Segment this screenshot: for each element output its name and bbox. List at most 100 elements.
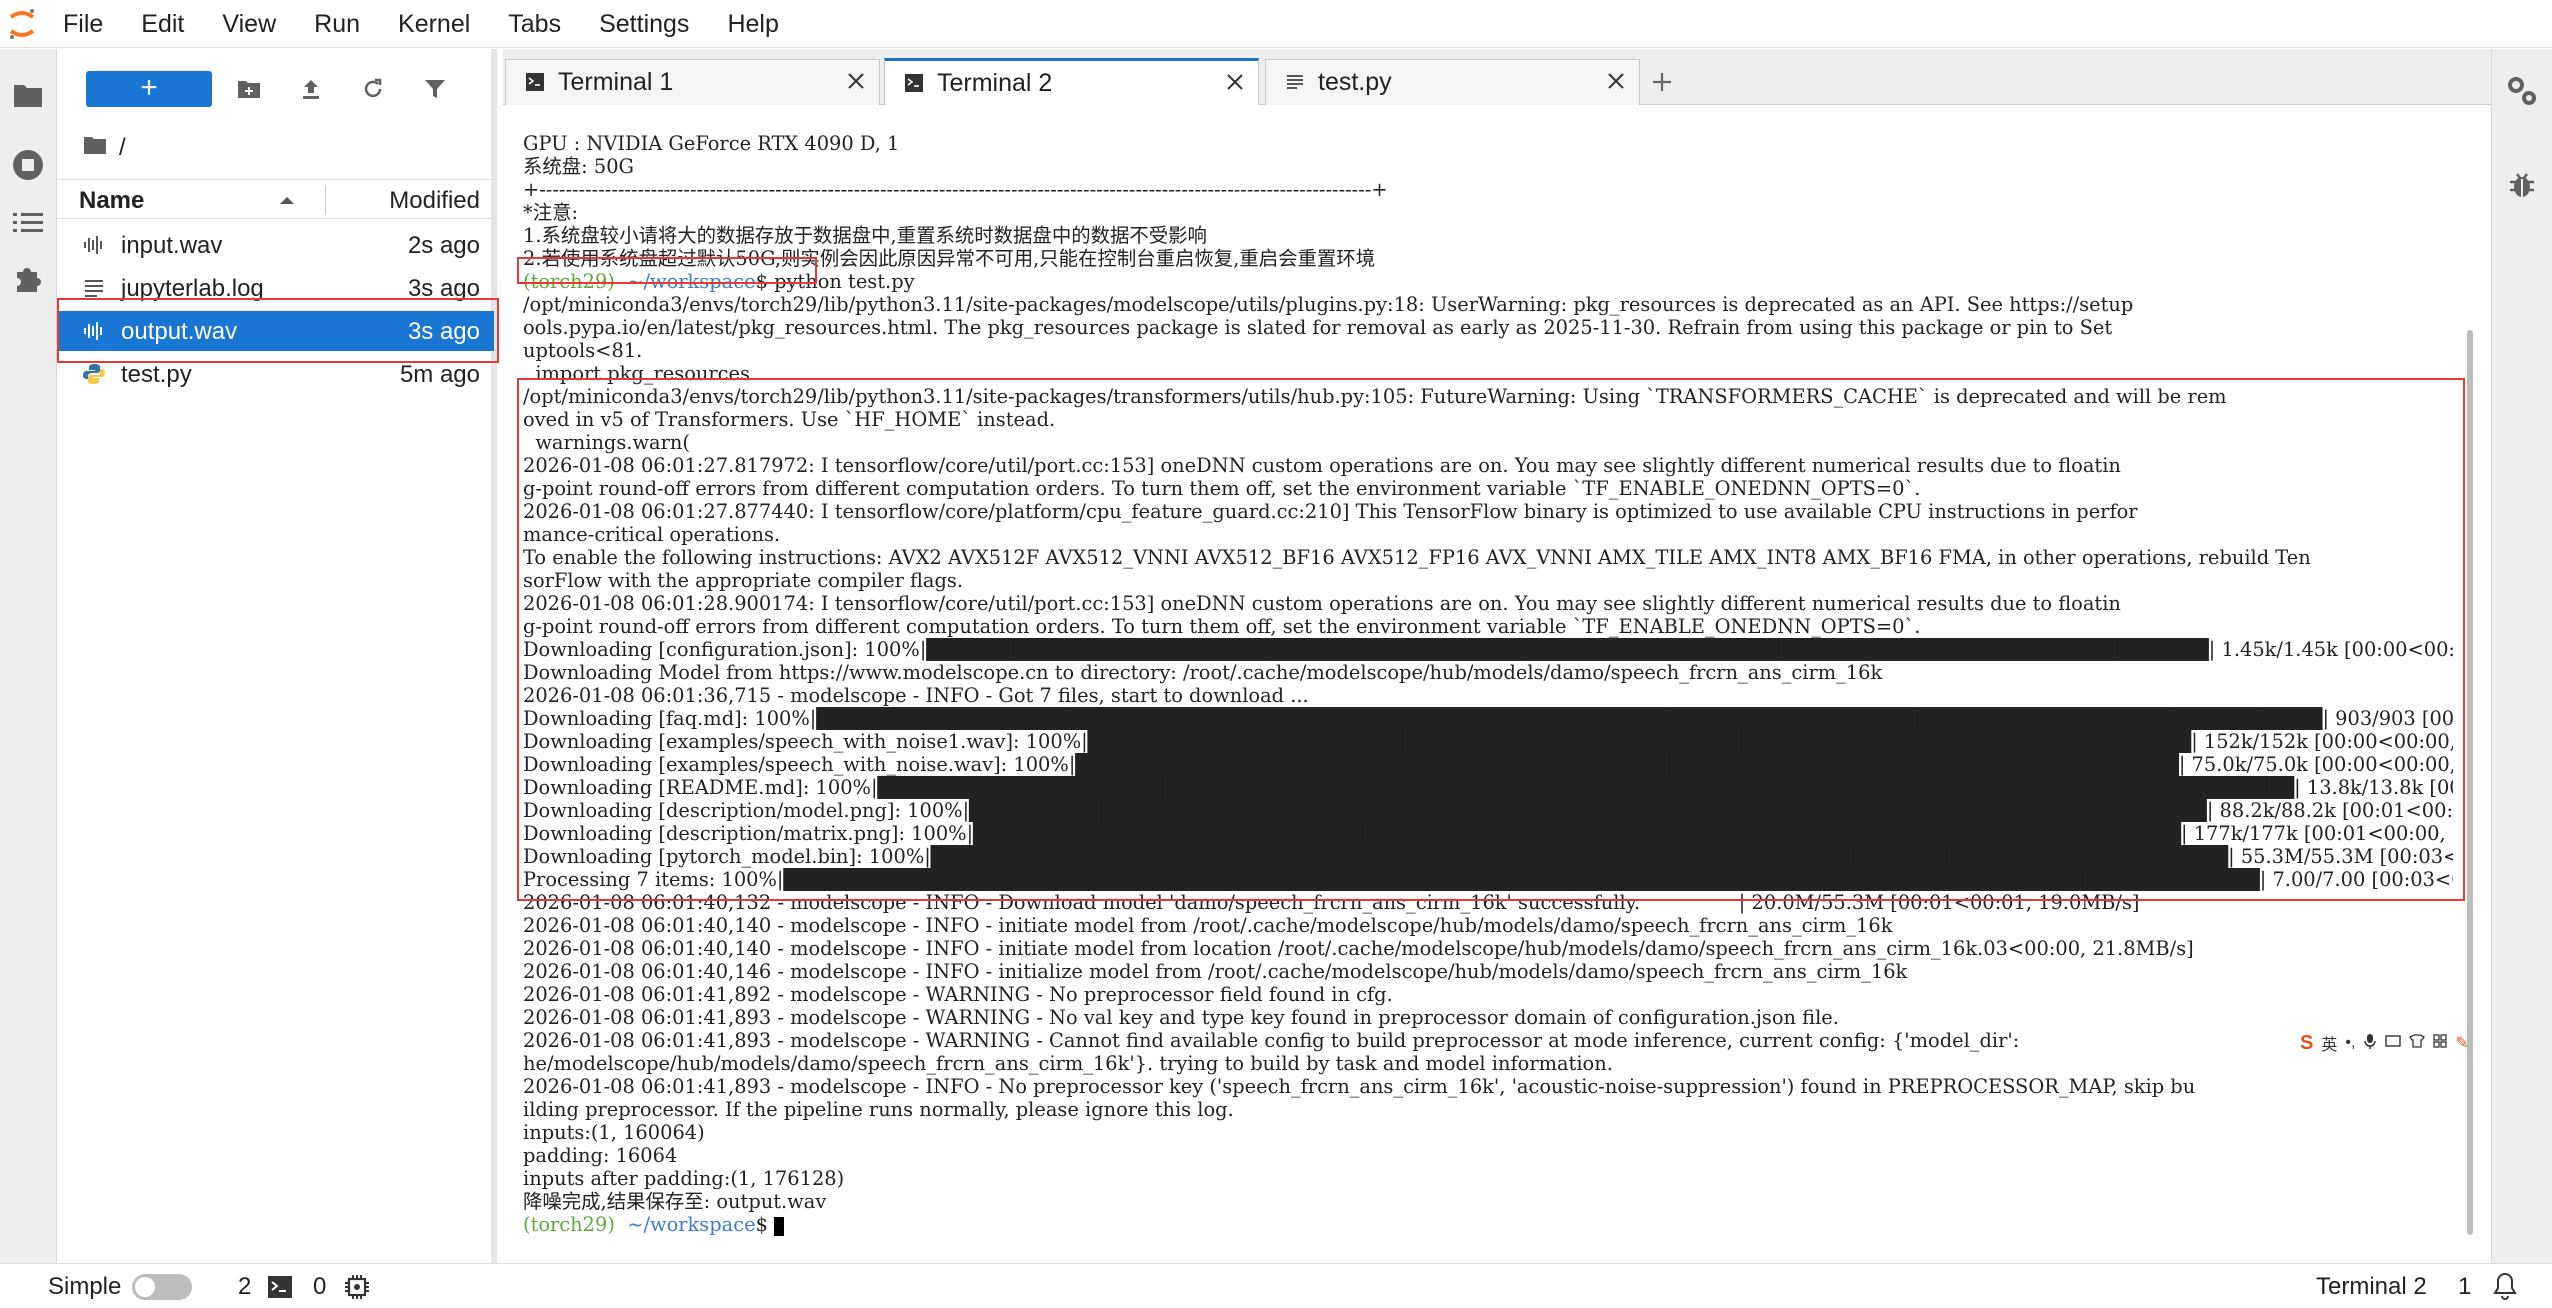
skin-icon[interactable] xyxy=(2409,1033,2426,1053)
menu-edit[interactable]: Edit xyxy=(122,0,203,48)
tab-label: test.py xyxy=(1318,68,1392,96)
terminal-line: GPU : NVIDIA GeForce RTX 4090 D, 1 xyxy=(523,132,900,155)
terminal-line: 2026-01-08 06:01:40,146 - modelscope - I… xyxy=(523,960,1908,983)
terminal-line: 2026-01-08 06:01:40,140 - modelscope - I… xyxy=(523,937,2194,960)
terminal-line: ilding preprocessor. If the pipeline run… xyxy=(523,1098,1234,1121)
terminal-line: +---------------------------------------… xyxy=(523,178,1388,201)
file-list-header: Name Modified xyxy=(57,179,494,219)
running-stop-icon[interactable] xyxy=(10,147,46,183)
sogou-logo-icon[interactable]: S xyxy=(2300,1032,2313,1055)
microphone-icon[interactable] xyxy=(2363,1033,2377,1054)
name-column-header[interactable]: Name xyxy=(79,187,144,215)
menu-view[interactable]: View xyxy=(203,0,295,48)
terminal-line: /opt/miniconda3/envs/torch29/lib/python3… xyxy=(523,293,2134,316)
highlight-box-output-file xyxy=(57,298,499,363)
text-file-icon xyxy=(1286,73,1304,96)
menu-kernel[interactable]: Kernel xyxy=(379,0,489,48)
jupyterlab-window: { "menubar": {"items": ["File","Edit","V… xyxy=(0,0,2552,1308)
file-browser-toolbar: + xyxy=(57,67,497,111)
new-tab-button[interactable] xyxy=(1642,59,1682,105)
highlight-box-output xyxy=(517,378,2465,901)
line-number: 1 xyxy=(2458,1273,2472,1300)
terminal-cursor xyxy=(774,1216,785,1236)
folder-icon[interactable] xyxy=(10,77,46,113)
refresh-icon[interactable] xyxy=(357,73,389,105)
menubar: File Edit View Run Kernel Tabs Settings Help xyxy=(0,0,2552,48)
file-row[interactable]: input.wav 2s ago xyxy=(57,225,494,265)
status-bar: Simple 2 0 Terminal 2 1 xyxy=(0,1263,2552,1308)
toolbox-icon[interactable] xyxy=(2433,1033,2448,1053)
simple-mode-toggle[interactable] xyxy=(132,1274,192,1300)
keyboard-icon[interactable] xyxy=(2385,1034,2402,1052)
prompt-dir: ~/workspace xyxy=(627,1213,756,1236)
breadcrumb-root[interactable]: / xyxy=(119,134,126,162)
ime-toolbar[interactable]: S 英 •, ✎ xyxy=(2300,1026,2469,1060)
tab-label: Terminal 2 xyxy=(937,69,1053,97)
toggle-knob xyxy=(135,1277,155,1297)
folder-icon[interactable] xyxy=(83,134,107,162)
kernel-icon[interactable] xyxy=(344,1274,370,1307)
file-name: input.wav xyxy=(121,232,223,259)
file-modified: 5m ago xyxy=(399,361,480,388)
close-icon[interactable] xyxy=(1607,69,1625,97)
new-launcher-button[interactable]: + xyxy=(86,71,212,107)
debugger-icon[interactable] xyxy=(2504,167,2540,203)
filter-icon[interactable] xyxy=(419,73,451,105)
jupyter-logo-icon xyxy=(0,0,44,48)
menu-help[interactable]: Help xyxy=(708,0,797,48)
audio-file-icon xyxy=(83,234,107,258)
terminal-line: inputs after padding:(1, 176128) xyxy=(523,1167,845,1190)
terminal-line: 2026-01-08 06:01:40,140 - modelscope - I… xyxy=(523,914,1893,937)
terminal-prompt-line: (torch29) ~/workspace$ xyxy=(523,1213,2453,1236)
upload-icon[interactable] xyxy=(295,73,327,105)
property-inspector-icon[interactable] xyxy=(2504,73,2540,109)
terminal-line: 2026-01-08 06:01:41,893 - modelscope - W… xyxy=(523,1029,2020,1052)
close-icon[interactable] xyxy=(847,69,865,97)
terminal-scrollbar[interactable] xyxy=(2464,120,2476,1250)
tab-test-py[interactable]: test.py xyxy=(1265,59,1640,105)
punctuation-icon[interactable]: •, xyxy=(2345,1034,2355,1052)
terminal-line: 2026-01-08 06:01:41,892 - modelscope - W… xyxy=(523,983,1393,1006)
terminal-panel[interactable]: GPU : NVIDIA GeForce RTX 4090 D, 1 系统盘: 5… xyxy=(503,106,2491,1263)
extension-manager-icon[interactable] xyxy=(10,261,46,297)
terminal-line: 系统盘: 50G xyxy=(523,155,635,178)
column-separator[interactable] xyxy=(325,186,326,214)
terminal-line: uptools<81. xyxy=(523,339,643,362)
table-of-contents-icon[interactable] xyxy=(10,205,46,241)
file-modified: 2s ago xyxy=(407,232,480,259)
tab-terminal-1[interactable]: Terminal 1 xyxy=(505,59,880,105)
close-icon[interactable] xyxy=(1226,70,1244,98)
notification-bell-icon[interactable] xyxy=(2492,1272,2518,1307)
terminal-line: 降噪完成,结果保存至: output.wav xyxy=(523,1190,827,1213)
menu-file[interactable]: File xyxy=(44,0,122,48)
terminal-line: padding: 16064 xyxy=(523,1144,678,1167)
ime-language-toggle[interactable]: 英 xyxy=(2321,1031,2337,1055)
kernels-count[interactable]: 0 xyxy=(313,1273,326,1301)
simple-mode-label: Simple xyxy=(48,1273,122,1300)
tab-terminal-2[interactable]: Terminal 2 xyxy=(884,58,1259,105)
modified-column-header[interactable]: Modified xyxy=(389,187,480,215)
active-panel-label: Terminal 2 xyxy=(2316,1273,2427,1300)
terminal-line: inputs:(1, 160064) xyxy=(523,1121,705,1144)
tab-label: Terminal 1 xyxy=(558,68,674,96)
new-folder-icon[interactable] xyxy=(233,73,265,105)
left-activity-bar xyxy=(0,49,57,1263)
menu-tabs[interactable]: Tabs xyxy=(489,0,580,48)
terminal-line: 1.系统盘较小请将大的数据存放于数据盘中,重置系统时数据盘中的数据不受影响 xyxy=(523,224,1207,247)
scrollbar-thumb[interactable] xyxy=(2467,330,2473,1235)
terminal-icon xyxy=(526,73,544,96)
terminal-line: ools.pypa.io/en/latest/pkg_resources.htm… xyxy=(523,316,2113,339)
highlight-box-command xyxy=(517,257,817,284)
python-file-icon xyxy=(83,363,107,387)
more-icon[interactable]: ✎ xyxy=(2455,1033,2468,1053)
menu-settings[interactable]: Settings xyxy=(580,0,708,48)
breadcrumb: / xyxy=(83,131,126,165)
terminal-icon[interactable] xyxy=(268,1276,292,1305)
menu-run[interactable]: Run xyxy=(295,0,379,48)
sort-ascending-icon[interactable] xyxy=(279,192,295,210)
main-tab-bar: Terminal 1 Terminal 2 test.py xyxy=(503,49,2491,105)
terminals-count[interactable]: 2 xyxy=(238,1273,251,1301)
prompt-symbol: $ xyxy=(755,1213,768,1236)
prompt-env: (torch29) xyxy=(523,1213,615,1236)
terminal-line: *注意: xyxy=(523,201,579,224)
